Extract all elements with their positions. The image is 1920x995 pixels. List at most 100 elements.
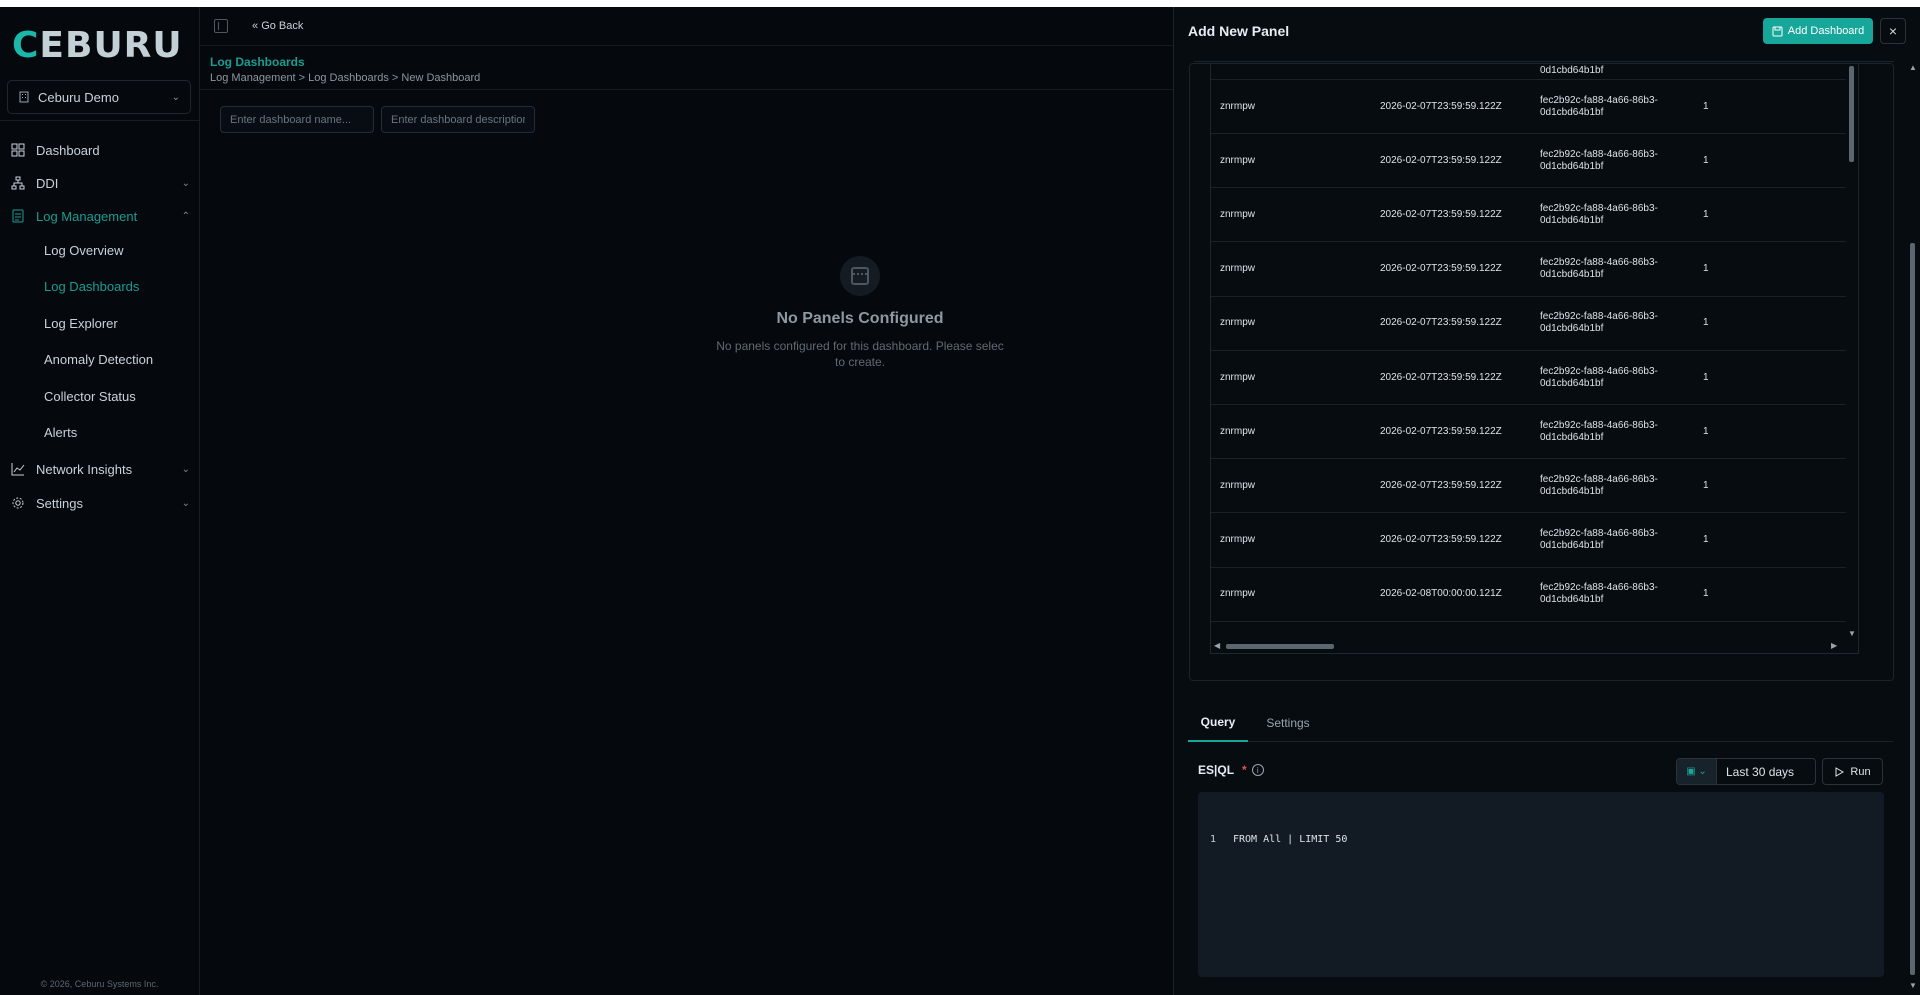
sidebar-toggle-icon[interactable] [214, 19, 228, 33]
nav-item-ddi[interactable]: DDI ⌄ [10, 172, 190, 194]
sub-nav-anomaly-detection[interactable]: Anomaly Detection [44, 349, 153, 369]
table-row[interactable]: znrmpw 2026-02-07T23:59:59.122Z fec2b92c-f… [1211, 243, 1846, 297]
cell-timestamp: 2026-02-07T23:59:59.122Z [1380, 208, 1502, 220]
tab-settings[interactable]: Settings [1248, 704, 1328, 742]
run-button[interactable]: Run [1822, 758, 1883, 785]
sub-nav-log-explorer[interactable]: Log Explorer [44, 313, 118, 333]
sub-nav-alerts[interactable]: Alerts [44, 422, 77, 442]
cell-count: 1 [1703, 208, 1709, 220]
sidebar: CEBURU Ceburu Demo ⌄ Dashboard DDI ⌄ Log… [0, 7, 200, 995]
cell-host: znrmpw [1220, 479, 1256, 491]
sub-nav-log-overview[interactable]: Log Overview [44, 240, 123, 260]
cell-host: znrmpw [1220, 588, 1256, 600]
empty-panel-icon [840, 256, 880, 296]
cell-timestamp: 2026-02-07T23:59:59.122Z [1380, 100, 1502, 112]
building-icon [19, 91, 29, 103]
time-range-picker[interactable]: ▣ ⌄ Last 30 days [1676, 758, 1816, 785]
nav-item-log-management[interactable]: Log Management ⌃ [10, 205, 190, 227]
cell-id: fec2b92c-fa88-4a66-86b3- 0d1cbd64b1bf [1540, 582, 1658, 606]
results-table[interactable]: 0d1cbd64b1bf znrmpw 2026-02-07T23:59:59.1… [1210, 64, 1859, 654]
cell-id: fec2b92c-fa88-4a66-86b3- 0d1cbd64b1bf [1540, 94, 1658, 118]
cell-id: 0d1cbd64b1bf [1540, 65, 1604, 76]
scroll-left-icon[interactable]: ◀ [1214, 641, 1220, 650]
save-icon [1772, 26, 1783, 36]
scroll-down-icon[interactable]: ▼ [1909, 981, 1917, 990]
drawer-scrollbar[interactable]: ▲ ▼ [1906, 63, 1920, 995]
cell-count: 1 [1703, 534, 1709, 546]
org-selector[interactable]: Ceburu Demo ⌄ [7, 80, 191, 114]
sub-nav-collector-status[interactable]: Collector Status [44, 386, 136, 406]
table-row[interactable]: znrmpw 2026-02-07T23:59:59.122Z fec2b92c-f… [1211, 351, 1846, 405]
table-row[interactable]: znrmpw 2026-02-07T23:59:59.122Z fec2b92c-f… [1211, 514, 1846, 568]
play-icon [1835, 766, 1845, 777]
table-row[interactable]: znrmpw 2026-02-07T23:59:59.122Z fec2b92c-f… [1211, 134, 1846, 189]
table-row[interactable]: znrmpw 2026-02-07T23:59:59.122Z fec2b92c-f… [1211, 405, 1846, 460]
cell-id: fec2b92c-fa88-4a66-86b3- 0d1cbd64b1bf [1540, 473, 1658, 497]
cell-host: znrmpw [1220, 425, 1256, 437]
scroll-up-icon[interactable]: ▲ [1909, 63, 1917, 72]
cell-id: fec2b92c-fa88-4a66-86b3- 0d1cbd64b1bf [1540, 311, 1658, 335]
grid-icon [10, 142, 26, 158]
cell-count: 1 [1703, 371, 1709, 383]
cell-timestamp: 2026-02-07T23:59:59.122Z [1380, 534, 1502, 546]
line-number: 1 [1210, 834, 1217, 845]
cell-host: znrmpw [1220, 317, 1256, 329]
cell-count: 1 [1703, 588, 1709, 600]
dashboard-description-input[interactable] [381, 106, 535, 133]
double-chevron-left-icon: « [252, 20, 262, 32]
dashboard-name-input[interactable] [220, 106, 374, 133]
title-divider [200, 89, 1174, 90]
scroll-thumb[interactable] [1226, 644, 1334, 649]
query-results-card: 0d1cbd64b1bf znrmpw 2026-02-07T23:59:59.1… [1189, 63, 1894, 681]
chevron-down-icon: ⌄ [181, 463, 190, 475]
vertical-scrollbar[interactable]: ▼ [1846, 64, 1858, 639]
page-title: Log Dashboards [210, 55, 305, 69]
sub-nav-log-dashboards[interactable]: Log Dashboards [44, 276, 139, 296]
sidebar-divider [0, 120, 199, 121]
cell-host: znrmpw [1220, 154, 1256, 166]
add-dashboard-button[interactable]: Add Dashboard [1763, 18, 1873, 44]
info-icon[interactable]: i [1251, 764, 1264, 776]
cell-count: 1 [1703, 100, 1709, 112]
horizontal-scrollbar[interactable]: ◀ ▶ [1211, 640, 1846, 652]
query-editor[interactable]: 1 FROM All | LIMIT 50 [1198, 792, 1884, 977]
cell-count: 1 [1703, 425, 1709, 437]
cell-count: 1 [1703, 317, 1709, 329]
table-row[interactable]: znrmpw 2026-02-07T23:59:59.122Z fec2b92c-f… [1211, 80, 1846, 134]
scroll-down-icon[interactable]: ▼ [1848, 629, 1856, 638]
org-selector-label: Ceburu Demo [38, 89, 119, 105]
table-row[interactable]: znrmpw 2026-02-07T23:59:59.122Z fec2b92c-f… [1211, 459, 1846, 514]
table-row[interactable]: 0d1cbd64b1bf [1211, 64, 1846, 80]
table-row[interactable]: znrmpw 2026-02-08T00:00:00.121Z fec2b92c-f… [1211, 568, 1846, 622]
nav-label: Network Insights [36, 461, 133, 477]
required-mark: * [1242, 763, 1247, 777]
cell-host: znrmpw [1220, 534, 1256, 546]
nav-label: DDI [36, 175, 59, 191]
nav-item-network-insights[interactable]: Network Insights ⌄ [10, 458, 190, 480]
copyright-footer: © 2026, Ceburu Systems Inc. [40, 979, 159, 989]
scroll-right-icon[interactable]: ▶ [1831, 641, 1837, 650]
query-code[interactable]: FROM All | LIMIT 50 [1233, 834, 1347, 845]
scroll-thumb[interactable] [1849, 66, 1854, 162]
time-range-value: Last 30 days [1726, 764, 1795, 779]
breadcrumb: Log Management > Log Dashboards > New Da… [210, 72, 481, 84]
go-back-link[interactable]: « Go Back [252, 20, 303, 32]
cell-timestamp: 2026-02-08T00:00:00.121Z [1380, 588, 1502, 600]
cell-count: 1 [1703, 479, 1709, 491]
cell-count: 1 [1703, 154, 1709, 166]
cell-host: znrmpw [1220, 100, 1256, 112]
nav-label: Log Management [36, 208, 138, 224]
nav-item-dashboard[interactable]: Dashboard [10, 139, 190, 161]
table-row[interactable]: znrmpw 2026-02-07T23:59:59.122Z fec2b92c-f… [1211, 297, 1846, 351]
tab-query[interactable]: Query [1188, 704, 1248, 742]
document-icon [10, 208, 26, 224]
scroll-thumb[interactable] [1910, 243, 1915, 975]
cell-timestamp: 2026-02-07T23:59:59.122Z [1380, 154, 1502, 166]
nav-label: Dashboard [36, 142, 100, 158]
calendar-icon[interactable]: ▣ ⌄ [1677, 759, 1717, 784]
cell-timestamp: 2026-02-07T23:59:59.122Z [1380, 425, 1502, 437]
ceburu-logo[interactable]: CEBURU [12, 25, 183, 66]
nav-item-settings[interactable]: Settings ⌄ [10, 492, 190, 514]
close-icon[interactable]: × [1880, 18, 1906, 44]
table-row[interactable]: znrmpw 2026-02-07T23:59:59.122Z fec2b92c-f… [1211, 188, 1846, 243]
